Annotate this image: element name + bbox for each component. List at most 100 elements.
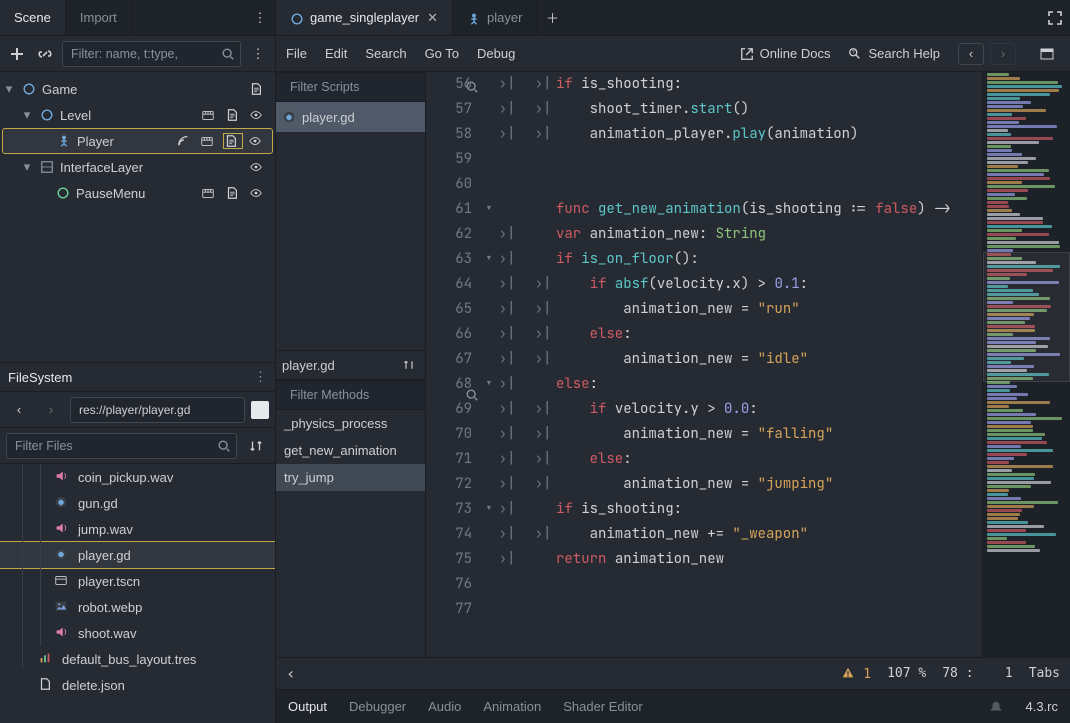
- filesystem-file-list[interactable]: coin_pickup.wav gun.gd jump.wav player.g…: [0, 464, 275, 723]
- fold-gutter[interactable]: ›|: [498, 97, 516, 122]
- scene-dock-more-icon[interactable]: ⋮: [245, 0, 275, 35]
- eye-icon[interactable]: [248, 134, 266, 148]
- script-next-button[interactable]: ›: [990, 43, 1016, 65]
- fold-gutter[interactable]: [516, 522, 534, 547]
- code-line[interactable]: 68▾›| else:: [426, 372, 982, 397]
- close-icon[interactable]: ✕: [427, 10, 438, 26]
- fold-gutter[interactable]: [480, 297, 498, 322]
- fold-gutter[interactable]: [516, 572, 534, 597]
- fold-gutter[interactable]: ›|: [498, 422, 516, 447]
- script-icon[interactable]: [249, 82, 267, 96]
- file-row[interactable]: gun.gd: [0, 490, 275, 516]
- notifications-icon[interactable]: [989, 700, 1003, 714]
- fold-gutter[interactable]: [516, 422, 534, 447]
- scene-more-button[interactable]: ⋮: [247, 41, 269, 67]
- fold-gutter[interactable]: [480, 97, 498, 122]
- fs-next-button[interactable]: ›: [38, 397, 64, 423]
- tab-scene[interactable]: Scene: [0, 0, 66, 35]
- fold-gutter[interactable]: ›|: [498, 347, 516, 372]
- eye-icon[interactable]: [249, 160, 267, 174]
- method-item[interactable]: try_jump: [276, 464, 425, 491]
- file-row[interactable]: default_bus_layout.tres: [0, 646, 275, 672]
- fold-gutter[interactable]: [498, 147, 516, 172]
- fold-gutter[interactable]: [480, 447, 498, 472]
- file-row[interactable]: coin_pickup.wav: [0, 464, 275, 490]
- file-row[interactable]: shoot.wav: [0, 620, 275, 646]
- fold-gutter[interactable]: [480, 222, 498, 247]
- fold-gutter[interactable]: [534, 497, 552, 522]
- editor-layout-button[interactable]: [1034, 41, 1060, 67]
- fold-gutter[interactable]: [498, 597, 516, 622]
- code-line[interactable]: 61▾ func get_new_animation(is_shooting :…: [426, 197, 982, 222]
- code-line[interactable]: 62 ›| var animation_new: String: [426, 222, 982, 247]
- fold-gutter[interactable]: [480, 147, 498, 172]
- chevron-icon[interactable]: ▾: [20, 107, 34, 123]
- fs-color-swatch[interactable]: [251, 401, 269, 419]
- editor-tab-game_singleplayer[interactable]: game_singleplayer ✕: [276, 0, 453, 35]
- fold-gutter[interactable]: ›|: [498, 522, 516, 547]
- menu-edit[interactable]: Edit: [325, 46, 347, 61]
- new-tab-button[interactable]: ＋: [537, 0, 567, 35]
- link-scene-button[interactable]: [34, 41, 56, 67]
- fold-gutter[interactable]: ›|: [534, 472, 552, 497]
- fold-gutter[interactable]: ›|: [498, 297, 516, 322]
- dock-tab-output[interactable]: Output: [288, 699, 327, 714]
- fold-gutter[interactable]: [480, 347, 498, 372]
- fold-gutter[interactable]: [516, 472, 534, 497]
- fold-gutter[interactable]: [516, 347, 534, 372]
- file-row[interactable]: robot.webp: [0, 594, 275, 620]
- fold-gutter[interactable]: ›|: [498, 72, 516, 97]
- scene-node-interfacelayer[interactable]: ▾ InterfaceLayer: [2, 154, 273, 180]
- eye-icon[interactable]: [249, 186, 267, 200]
- fs-prev-button[interactable]: ‹: [6, 397, 32, 423]
- fold-gutter[interactable]: [516, 272, 534, 297]
- fold-gutter[interactable]: ›|: [498, 397, 516, 422]
- fold-gutter[interactable]: ›|: [534, 447, 552, 472]
- fold-gutter[interactable]: [516, 322, 534, 347]
- script-list-item[interactable]: player.gd: [276, 102, 425, 132]
- fold-gutter[interactable]: [516, 222, 534, 247]
- fold-gutter[interactable]: [516, 197, 534, 222]
- panel-toggle-icon[interactable]: ‹: [286, 664, 296, 683]
- warnings-indicator[interactable]: 1: [841, 666, 871, 682]
- fold-gutter[interactable]: ›|: [534, 322, 552, 347]
- fold-gutter[interactable]: [534, 247, 552, 272]
- fold-gutter[interactable]: ›|: [498, 472, 516, 497]
- code-line[interactable]: 57 ›| ›| shoot_timer.start(): [426, 97, 982, 122]
- code-line[interactable]: 76: [426, 572, 982, 597]
- code-line[interactable]: 60: [426, 172, 982, 197]
- dock-tab-shader-editor[interactable]: Shader Editor: [563, 699, 643, 714]
- method-item[interactable]: get_new_animation: [276, 437, 425, 464]
- code-editor[interactable]: 56 ›| ›|if is_shooting:57 ›| ›| shoot_ti…: [426, 72, 982, 657]
- fold-gutter[interactable]: ▾: [480, 197, 498, 222]
- fold-gutter[interactable]: [534, 547, 552, 572]
- menu-debug[interactable]: Debug: [477, 46, 515, 61]
- fold-gutter[interactable]: ›|: [534, 347, 552, 372]
- fold-gutter[interactable]: [516, 297, 534, 322]
- fold-gutter[interactable]: ›|: [498, 447, 516, 472]
- fold-gutter[interactable]: [516, 597, 534, 622]
- fold-gutter[interactable]: ›|: [534, 297, 552, 322]
- fold-gutter[interactable]: ▾: [480, 372, 498, 397]
- fold-gutter[interactable]: [534, 572, 552, 597]
- fold-gutter[interactable]: [516, 247, 534, 272]
- minimap[interactable]: [982, 72, 1070, 657]
- fold-gutter[interactable]: ›|: [534, 272, 552, 297]
- scene-node-level[interactable]: ▾ Level: [2, 102, 273, 128]
- fold-gutter[interactable]: [534, 222, 552, 247]
- scene-icon[interactable]: [201, 108, 219, 122]
- fold-gutter[interactable]: [480, 597, 498, 622]
- fold-gutter[interactable]: [498, 572, 516, 597]
- scene-node-player[interactable]: Player: [2, 128, 273, 154]
- code-line[interactable]: 65 ›| ›| animation_new = "run": [426, 297, 982, 322]
- fold-gutter[interactable]: [516, 147, 534, 172]
- fold-gutter[interactable]: ›|: [498, 547, 516, 572]
- fold-gutter[interactable]: [516, 172, 534, 197]
- fold-gutter[interactable]: [516, 72, 534, 97]
- code-line[interactable]: 56 ›| ›|if is_shooting:: [426, 72, 982, 97]
- fold-gutter[interactable]: ▾: [480, 497, 498, 522]
- script-icon[interactable]: [225, 186, 243, 200]
- fold-gutter[interactable]: [516, 397, 534, 422]
- code-line[interactable]: 63▾›| if is_on_floor():: [426, 247, 982, 272]
- distraction-free-icon[interactable]: [1040, 0, 1070, 35]
